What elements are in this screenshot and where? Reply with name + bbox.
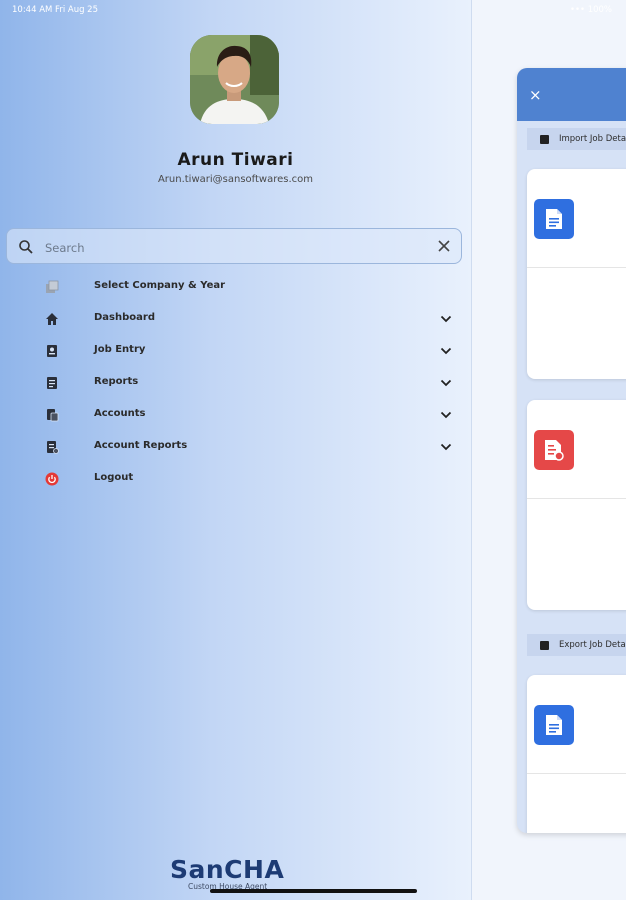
menu-item-job-entry[interactable]: Job Entry xyxy=(0,335,471,367)
chevron-down-icon[interactable] xyxy=(440,314,452,324)
profile-email: Arun.tiwari@sansoftwares.com xyxy=(157,174,314,185)
clear-icon[interactable] xyxy=(437,239,451,253)
document-icon xyxy=(534,705,574,745)
company-icon xyxy=(46,280,59,293)
search-input[interactable] xyxy=(43,237,427,259)
avatar[interactable] xyxy=(190,35,279,124)
job-details-panel: × Import Job Deta Export Job Deta xyxy=(517,68,626,833)
status-bar: 10:44 AM Fri Aug 25 ••• 100% xyxy=(0,0,626,18)
power-icon xyxy=(45,472,59,486)
job-entry-icon xyxy=(47,345,57,357)
menu-item-label: Accounts xyxy=(94,408,146,419)
import-card-1[interactable] xyxy=(527,169,626,379)
menu-item-reports[interactable]: Reports xyxy=(0,367,471,399)
menu-item-logout[interactable]: Logout xyxy=(0,463,471,495)
profile-name: Arun Tiwari xyxy=(177,150,294,170)
status-indicators: ••• 100% xyxy=(569,5,612,15)
menu-item-select-company[interactable]: Select Company & Year xyxy=(0,271,471,303)
document-icon xyxy=(534,199,574,239)
import-job-section: Import Job Deta xyxy=(527,128,626,150)
menu-item-label: Dashboard xyxy=(94,312,155,323)
import-section-label: Import Job Deta xyxy=(559,134,626,144)
account-reports-icon xyxy=(47,441,59,454)
search-icon xyxy=(19,240,33,254)
import-icon xyxy=(540,134,549,144)
navigation-drawer: Arun Tiwari Arun.tiwari@sansoftwares.com… xyxy=(0,0,472,900)
chevron-down-icon[interactable] xyxy=(440,346,452,356)
brand-name: SanCHA xyxy=(170,855,285,884)
reports-icon xyxy=(47,377,57,389)
chevron-down-icon[interactable] xyxy=(440,378,452,388)
menu-item-label: Reports xyxy=(94,376,139,387)
menu-item-label: Account Reports xyxy=(94,440,188,451)
menu-item-dashboard[interactable]: Dashboard xyxy=(0,303,471,335)
import-card-2[interactable] xyxy=(527,400,626,610)
search-bar xyxy=(6,228,462,264)
export-section-label: Export Job Deta xyxy=(559,640,626,650)
menu-item-account-reports[interactable]: Account Reports xyxy=(0,431,471,463)
export-job-section: Export Job Deta xyxy=(527,634,626,656)
export-card-1[interactable] xyxy=(527,675,626,833)
home-icon xyxy=(46,313,58,325)
menu-item-label: Logout xyxy=(94,472,134,483)
menu-item-label: Select Company & Year xyxy=(94,280,226,291)
close-icon[interactable]: × xyxy=(529,86,542,104)
export-icon xyxy=(540,640,549,650)
status-time: 10:44 AM Fri Aug 25 xyxy=(12,5,98,15)
menu-item-label: Job Entry xyxy=(94,344,146,355)
menu-item-accounts[interactable]: Accounts xyxy=(0,399,471,431)
home-indicator[interactable] xyxy=(210,889,417,893)
accounts-icon xyxy=(47,409,59,422)
panel-header: × xyxy=(517,68,626,121)
document-settings-icon xyxy=(534,430,574,470)
chevron-down-icon[interactable] xyxy=(440,442,452,452)
chevron-down-icon[interactable] xyxy=(440,410,452,420)
